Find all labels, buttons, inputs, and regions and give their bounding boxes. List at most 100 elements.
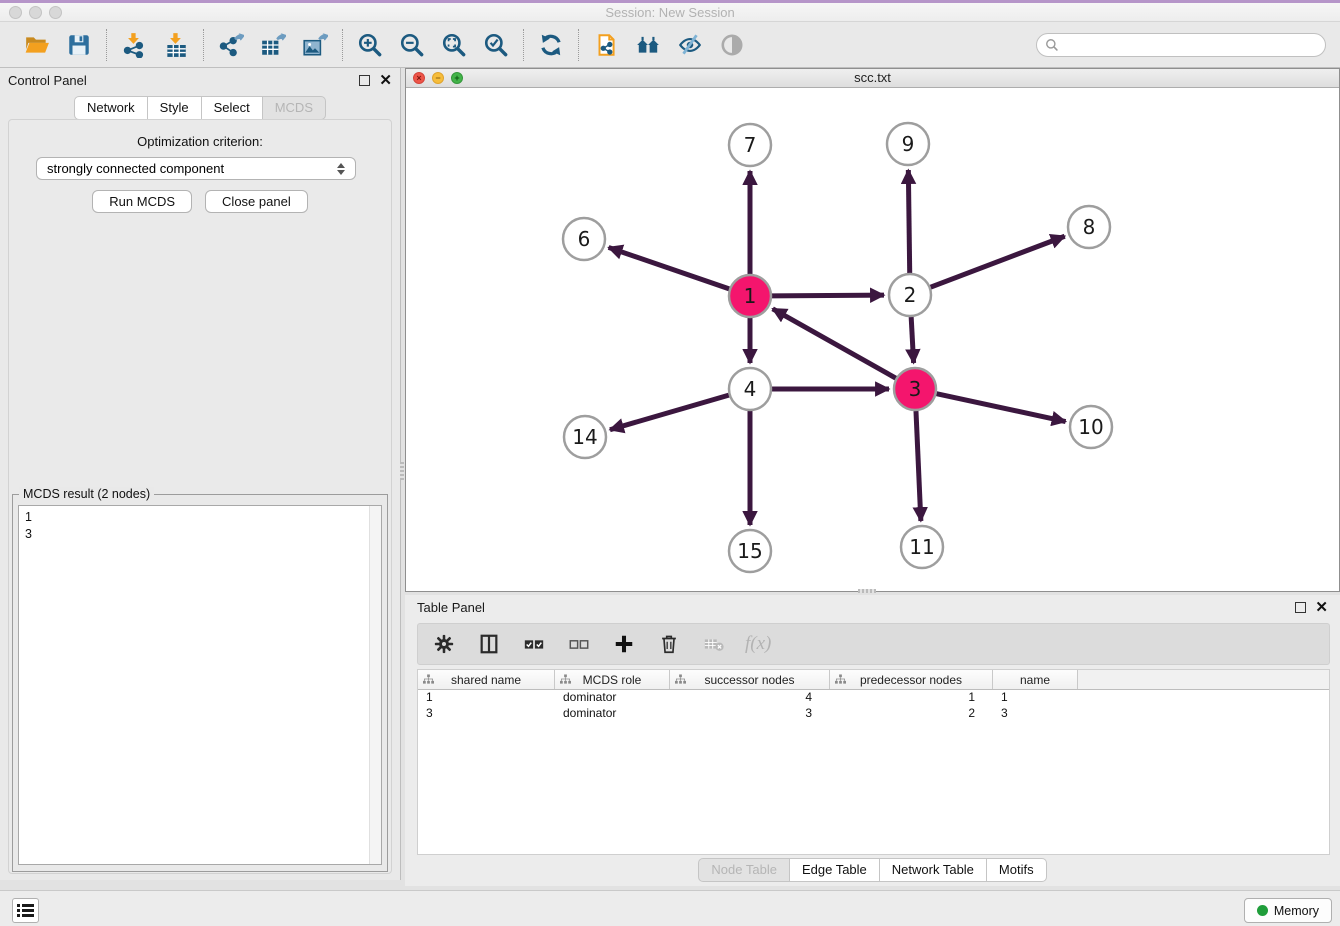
create-column-icon[interactable] xyxy=(610,630,638,658)
select-stepper-icon xyxy=(337,163,345,175)
network-graph[interactable]: 7 9 6 8 1 2 4 3 14 10 15 11 xyxy=(406,88,1339,591)
import-network-icon[interactable] xyxy=(120,31,148,59)
export-network-icon[interactable] xyxy=(217,31,245,59)
node-9[interactable]: 9 xyxy=(887,123,929,165)
control-panel: Control Panel ✕ Network Style Select MCD… xyxy=(0,68,401,880)
edge-3-1[interactable] xyxy=(773,309,896,378)
node-2[interactable]: 2 xyxy=(889,274,931,316)
float-panel-icon[interactable] xyxy=(359,75,370,86)
zoom-in-icon[interactable] xyxy=(356,31,384,59)
column-header-mcds-role[interactable]: MCDS role xyxy=(555,670,670,689)
column-header-predecessor-nodes[interactable]: predecessor nodes xyxy=(830,670,993,689)
edge-4-14[interactable] xyxy=(610,395,729,430)
cell-name[interactable]: 3 xyxy=(993,706,1078,722)
cell-name[interactable]: 1 xyxy=(993,690,1078,706)
edge-2-3[interactable] xyxy=(911,317,913,363)
svg-text:3: 3 xyxy=(909,377,922,401)
cell-shared-name[interactable]: 1 xyxy=(418,690,555,706)
deselect-all-columns-icon[interactable] xyxy=(565,630,593,658)
close-panel-button[interactable]: Close panel xyxy=(205,190,308,213)
tab-edge-table[interactable]: Edge Table xyxy=(790,858,880,882)
refresh-icon[interactable] xyxy=(537,31,565,59)
duplicate-network-icon[interactable] xyxy=(592,31,620,59)
edge-2-8[interactable] xyxy=(931,236,1065,287)
edge-1-6[interactable] xyxy=(609,247,730,288)
cell-predecessor-nodes[interactable]: 2 xyxy=(830,706,993,722)
result-line: 3 xyxy=(25,526,375,543)
tab-motifs[interactable]: Motifs xyxy=(987,858,1047,882)
select-all-columns-icon[interactable] xyxy=(520,630,548,658)
tab-mcds[interactable]: MCDS xyxy=(263,96,326,120)
show-columns-icon[interactable] xyxy=(475,630,503,658)
float-table-panel-icon[interactable] xyxy=(1295,602,1306,613)
cell-mcds-role[interactable]: dominator xyxy=(555,690,670,706)
edge-1-2[interactable] xyxy=(772,295,884,296)
node-10[interactable]: 10 xyxy=(1070,406,1112,448)
import-table-icon[interactable] xyxy=(162,31,190,59)
network-maximize-icon[interactable]: + xyxy=(451,72,463,84)
column-header-successor-nodes[interactable]: successor nodes xyxy=(670,670,830,689)
search-input[interactable] xyxy=(1059,38,1317,52)
node-4[interactable]: 4 xyxy=(729,368,771,410)
cell-mcds-role[interactable]: dominator xyxy=(555,706,670,722)
close-panel-icon[interactable]: ✕ xyxy=(379,75,392,86)
open-file-icon[interactable] xyxy=(23,31,51,59)
cell-successor-nodes[interactable]: 4 xyxy=(670,690,830,706)
zoom-selected-icon[interactable] xyxy=(482,31,510,59)
delete-column-icon[interactable] xyxy=(655,630,683,658)
node-7[interactable]: 7 xyxy=(729,124,771,166)
edge-2-9[interactable] xyxy=(908,170,909,273)
cell-shared-name[interactable]: 3 xyxy=(418,706,555,722)
task-history-button[interactable] xyxy=(12,898,39,923)
memory-button[interactable]: Memory xyxy=(1244,898,1332,923)
vertical-splitter-handle[interactable] xyxy=(400,462,404,480)
hide-graphics-details-icon[interactable] xyxy=(676,31,704,59)
svg-text:6: 6 xyxy=(578,227,591,251)
node-table: shared name MCDS role successor nodes pr… xyxy=(417,669,1330,855)
network-minimize-icon[interactable]: − xyxy=(432,72,444,84)
tab-network[interactable]: Network xyxy=(74,96,148,120)
cell-predecessor-nodes[interactable]: 1 xyxy=(830,690,993,706)
network-canvas[interactable]: 7 9 6 8 1 2 4 3 14 10 15 11 xyxy=(406,88,1339,591)
edge-3-11[interactable] xyxy=(916,411,921,521)
node-6[interactable]: 6 xyxy=(563,218,605,260)
tab-style[interactable]: Style xyxy=(148,96,202,120)
network-view-window: × − + scc.txt 7 9 6 8 1 2 4 3 14 10 15 11 xyxy=(405,68,1340,592)
column-header-shared-name[interactable]: shared name xyxy=(418,670,555,689)
tab-network-table[interactable]: Network Table xyxy=(880,858,987,882)
run-mcds-button[interactable]: Run MCDS xyxy=(92,190,192,213)
node-3[interactable]: 3 xyxy=(894,368,936,410)
hierarchy-icon xyxy=(560,674,571,685)
edge-3-10[interactable] xyxy=(937,394,1066,422)
cell-successor-nodes[interactable]: 3 xyxy=(670,706,830,722)
node-11[interactable]: 11 xyxy=(901,526,943,568)
network-window-titlebar[interactable]: × − + scc.txt xyxy=(406,69,1339,88)
table-row[interactable]: 3 dominator 3 2 3 xyxy=(418,706,1329,722)
save-session-icon[interactable] xyxy=(65,31,93,59)
tab-select[interactable]: Select xyxy=(202,96,263,120)
search-box[interactable] xyxy=(1036,33,1326,57)
show-graphics-details-icon[interactable] xyxy=(718,31,746,59)
zoom-out-icon[interactable] xyxy=(398,31,426,59)
zoom-fit-icon[interactable] xyxy=(440,31,468,59)
horizontal-splitter-handle[interactable] xyxy=(858,589,876,593)
network-close-icon[interactable]: × xyxy=(413,72,425,84)
optimization-criterion-select[interactable]: strongly connected component xyxy=(36,157,356,180)
close-table-panel-icon[interactable]: ✕ xyxy=(1315,602,1328,613)
node-1[interactable]: 1 xyxy=(729,275,771,317)
node-14[interactable]: 14 xyxy=(564,416,606,458)
home-layout-icon[interactable] xyxy=(634,31,662,59)
tab-node-table[interactable]: Node Table xyxy=(698,858,790,882)
node-8[interactable]: 8 xyxy=(1068,206,1110,248)
mcds-result-textarea[interactable]: 1 3 xyxy=(18,505,382,865)
app-titlebar: Session: New Session xyxy=(0,3,1340,22)
column-header-name[interactable]: name xyxy=(993,670,1078,689)
svg-text:9: 9 xyxy=(902,132,915,156)
table-row[interactable]: 1 dominator 4 1 1 xyxy=(418,690,1329,706)
export-table-icon[interactable] xyxy=(259,31,287,59)
svg-text:8: 8 xyxy=(1083,215,1096,239)
export-image-icon[interactable] xyxy=(301,31,329,59)
result-scrollbar[interactable] xyxy=(369,506,381,864)
table-settings-gear-icon[interactable] xyxy=(430,630,458,658)
node-15[interactable]: 15 xyxy=(729,530,771,572)
